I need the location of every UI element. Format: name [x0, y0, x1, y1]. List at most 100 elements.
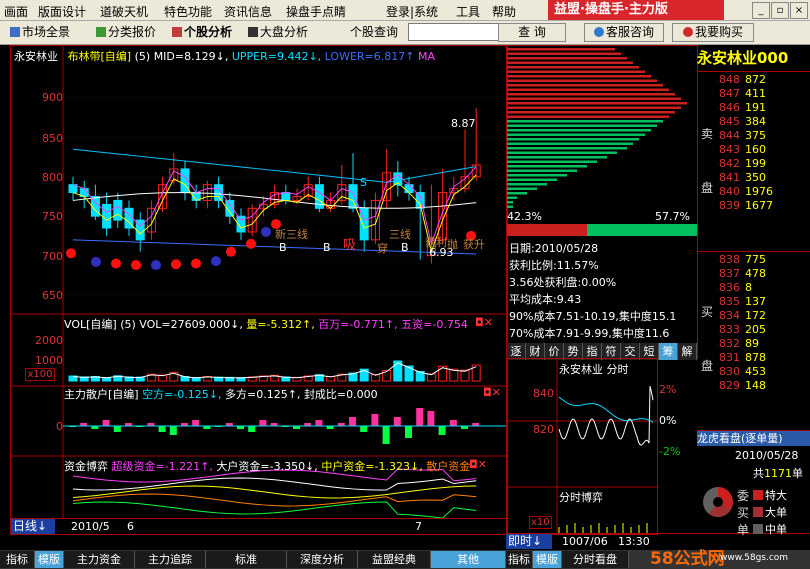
cost-bar — [507, 160, 597, 163]
buy-volume: 453 — [745, 365, 766, 378]
intraday-stock: 永安林业 — [559, 363, 603, 376]
service-icon — [593, 27, 604, 37]
brand-text: 益盟·操盘手·主力版 — [554, 2, 668, 17]
index-analysis-button[interactable]: 大盘分析 — [248, 24, 308, 41]
cost-bar — [507, 201, 513, 204]
buy-label: 买 — [701, 305, 714, 319]
signal-marker: S — [360, 176, 367, 189]
stock-query-input[interactable] — [408, 23, 500, 41]
close-icon[interactable]: × — [790, 2, 808, 19]
cost-bar — [507, 124, 657, 127]
sell-row: 847 411 — [697, 87, 810, 100]
main-funds-tick: 0 — [56, 420, 63, 433]
date-label: 7 — [415, 520, 422, 533]
menu-item-news[interactable]: 资讯信息 — [224, 3, 272, 20]
intraday-unit: x10 — [529, 516, 552, 529]
sell-row: 841 350 — [697, 171, 810, 184]
category-quote-button[interactable]: 分类报价 — [96, 24, 156, 41]
kline-chart-area[interactable]: B B B S S 永安林业 布林带[自编] (5) MID=8.129↓, UPPER… — [10, 45, 508, 535]
tab-intraday[interactable]: 分时看盘 — [562, 551, 629, 568]
tab-main-funds[interactable]: 主力资金 — [64, 551, 135, 568]
minimize-icon[interactable]: _ — [752, 2, 770, 19]
menu-item-layout[interactable]: 版面设计 — [38, 3, 86, 20]
legend-swatch — [753, 507, 763, 517]
buy-row: 834 172 — [697, 309, 810, 322]
tab-template[interactable]: 模版 — [35, 551, 64, 568]
candle-body — [113, 199, 123, 221]
sell-label: 卖 — [701, 127, 714, 141]
intraday-tick-right: 2% — [659, 383, 677, 396]
vol-value: VOL=27609.000 — [139, 318, 231, 331]
sell-volume: 1976 — [745, 185, 773, 198]
main-funds-title[interactable]: 主力散户[自编] — [64, 388, 139, 401]
sar-dot — [66, 248, 76, 259]
total-label: 共 — [753, 467, 764, 480]
sell-volume: 199 — [745, 157, 766, 170]
buy-price: 835 — [719, 295, 740, 308]
cost-bar — [507, 138, 639, 141]
menu-item-tips[interactable]: 操盘手点睛 — [286, 3, 346, 20]
funds-bar — [405, 426, 412, 438]
legend-item: 中单 — [753, 521, 787, 537]
menu-item-help[interactable]: 帮助 — [492, 3, 516, 20]
query-button[interactable]: 查 询 — [498, 23, 566, 42]
restore-icon[interactable]: ▫ — [771, 2, 789, 19]
intraday-date: 1007/06 — [562, 535, 608, 548]
stock-analysis-label: 个股分析 — [184, 25, 233, 39]
profit-pct-left: 42.3% — [507, 210, 542, 223]
sell-price: 840 — [719, 185, 740, 198]
market-overview-button[interactable]: 市场全景 — [10, 24, 70, 41]
cost-bar — [507, 120, 663, 123]
buy-volume: 89 — [745, 337, 759, 350]
tab-template-right[interactable]: 模版 — [533, 551, 562, 568]
vol-title[interactable]: VOL[自编] (5) — [64, 318, 136, 331]
tab-standard[interactable]: 标准 — [206, 551, 287, 568]
menu-item-login[interactable]: 登录|系统 — [386, 3, 438, 20]
cost-90: 90%成本7.51-10.19,集中度15.1 — [509, 310, 677, 323]
live-selector[interactable]: 即时↓ — [506, 534, 552, 549]
dragon-title[interactable]: 龙虎看盘(逐单量) — [697, 431, 810, 446]
date-label: 2010/5 — [71, 520, 110, 533]
pie-hole — [713, 497, 723, 507]
stock-analysis-button[interactable]: 个股分析 — [172, 24, 232, 41]
period-selector[interactable]: 日线↓ — [11, 519, 55, 534]
menu-item-screen[interactable]: 画面 — [4, 3, 28, 20]
sell-row: 844 375 — [697, 129, 810, 142]
annotation-label: 获升 — [463, 238, 485, 251]
intraday-mode: 分时 — [606, 363, 629, 376]
capital-line — [72, 477, 477, 491]
cost-tab-active[interactable]: 筹 — [659, 343, 678, 360]
customer-service-label: 客服咨询 — [605, 25, 654, 39]
tab-indicator[interactable]: 指标 — [0, 551, 35, 568]
mid-capital: 中户资金=-1.323 — [321, 460, 410, 473]
indicator-name[interactable]: 布林带[自编] — [68, 50, 132, 63]
capital-title[interactable]: 资金博弈 — [64, 460, 108, 473]
vol-panel-controls[interactable]: ◘✕ — [475, 316, 493, 329]
tab-indicator-right[interactable]: 指标 — [506, 551, 533, 568]
vol-unit: x100 — [25, 368, 55, 381]
capital-panel-title: 资金博弈 超级资金=-1.221↑, 大户资金=-3.350↓, 中户资金=-1… — [64, 460, 471, 473]
capital-panel-controls[interactable]: ◘✕ — [469, 458, 487, 471]
main-funds-panel-controls[interactable]: ◘✕ — [483, 386, 501, 399]
tab-other[interactable]: 其他 — [431, 551, 506, 568]
menu-item-secret[interactable]: 道破天机 — [100, 3, 148, 20]
cost-bar — [507, 52, 621, 55]
tab-depth-analysis[interactable]: 深度分析 — [287, 551, 358, 568]
intraday-avg-line — [558, 396, 654, 423]
cost-tab[interactable]: 解 — [678, 343, 697, 360]
tab-main-tracking[interactable]: 主力追踪 — [135, 551, 206, 568]
legend-swatch — [753, 524, 763, 534]
buy-button[interactable]: 我要购买 — [672, 23, 754, 42]
sell-volume: 160 — [745, 143, 766, 156]
profit-ratio-bar — [507, 224, 697, 236]
menu-item-features[interactable]: 特色功能 — [164, 3, 212, 20]
sell-price: 848 — [719, 73, 740, 86]
sar-dot — [111, 258, 121, 269]
annotation-label: 新三线 — [275, 228, 308, 241]
menu-item-tools[interactable]: 工具 — [456, 3, 480, 20]
cost-bar — [507, 147, 627, 150]
buy-price: 837 — [719, 267, 740, 280]
customer-service-button[interactable]: 客服咨询 — [584, 23, 664, 42]
capital-line — [72, 501, 477, 519]
tab-classic[interactable]: 益盟经典 — [358, 551, 431, 568]
